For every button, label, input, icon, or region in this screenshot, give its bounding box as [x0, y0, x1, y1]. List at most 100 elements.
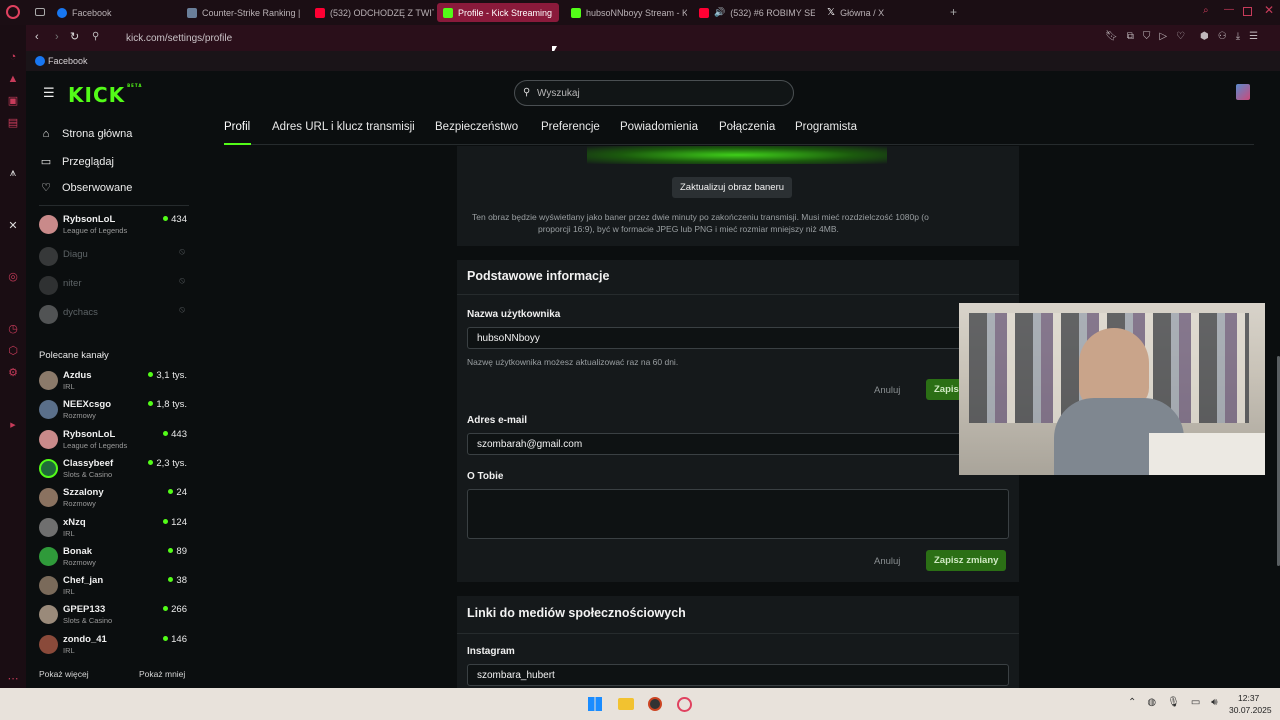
gx-icon[interactable]: ▶	[7, 420, 19, 432]
viewer-count-value: 3,1 tys.	[156, 370, 187, 381]
clock-time[interactable]: 12:37	[1238, 693, 1259, 703]
avatar	[39, 488, 58, 507]
show-less-link[interactable]: Pokaż mniej	[139, 669, 185, 679]
x-sidebar-icon[interactable]: ✕	[7, 220, 19, 232]
windows-start-icon[interactable]	[588, 697, 602, 711]
url-input[interactable]: kick.com/settings/profile	[126, 33, 232, 44]
opera-logo-icon[interactable]	[6, 5, 20, 19]
back-icon[interactable]: ‹	[35, 31, 39, 43]
network-icon[interactable]: ▭	[1191, 697, 1200, 708]
avatar[interactable]	[1236, 84, 1250, 100]
recommended-channel[interactable]: Chef_jan IRL 38	[39, 574, 187, 600]
maximize-icon[interactable]	[1243, 7, 1252, 16]
tab-youtube-2[interactable]: 🔊 (532) #6 ROBIMY SER	[693, 3, 815, 22]
nav-following[interactable]: ♡ Obserwowane	[40, 181, 132, 195]
clock-icon[interactable]: ◷	[7, 323, 19, 335]
profile-icon[interactable]: ⚇	[1218, 31, 1227, 42]
recommended-channel[interactable]: xNzq IRL 124	[39, 516, 187, 542]
tab-connections[interactable]: Połączenia	[719, 121, 775, 133]
aria-icon[interactable]: ▲	[7, 73, 19, 85]
tab-label: Counter-Strike Ranking |	[202, 7, 301, 18]
file-explorer-icon[interactable]	[618, 698, 634, 710]
history-icon[interactable]: ▣	[7, 95, 19, 107]
tab-stream-url-key[interactable]: Adres URL i klucz transmisji	[272, 121, 415, 133]
close-window-icon[interactable]: ✕	[1264, 3, 1274, 17]
followed-channel[interactable]: RybsonLoL League of Legends 434	[39, 213, 187, 239]
tab-label: hubsoNNboyy Stream - K	[586, 7, 687, 18]
vpn-icon[interactable]: ⛉	[1143, 31, 1151, 42]
site-settings-icon[interactable]: ⚲	[92, 31, 99, 42]
about-textarea[interactable]	[467, 489, 1009, 539]
bookmark-facebook[interactable]: Facebook	[48, 56, 88, 66]
recommended-channel[interactable]: Szzalony Rozmowy 24	[39, 486, 187, 512]
steam-icon[interactable]: ◍	[1147, 697, 1156, 708]
new-tab-icon[interactable]: +	[950, 5, 957, 19]
followed-channel[interactable]: dychacs ⦸	[39, 303, 187, 329]
logo-text: KICK	[68, 83, 126, 107]
messenger-icon[interactable]: ◎	[7, 271, 19, 283]
hamburger-menu-icon[interactable]: ☰	[43, 85, 55, 101]
recommended-channel[interactable]: zondo_41 IRL 146	[39, 633, 187, 659]
cancel-button[interactable]: Anuluj	[874, 556, 900, 567]
recommended-channel[interactable]: Bonak Rozmowy 89	[39, 545, 187, 571]
youtube-icon	[699, 7, 709, 18]
download-icon[interactable]: ⤓	[1236, 31, 1240, 42]
opera-gx-taskbar-icon[interactable]	[677, 697, 692, 712]
menu-icon[interactable]: ☰	[1249, 31, 1258, 42]
chevron-up-icon[interactable]: ⌃	[1128, 697, 1136, 708]
tab-facebook[interactable]: Facebook	[51, 3, 176, 22]
email-field[interactable]: szombarah@gmail.com	[467, 433, 1009, 455]
tab-kick-profile[interactable]: Profile - Kick Streaming	[437, 3, 559, 22]
extensions-icon[interactable]: ⬢	[1200, 31, 1209, 42]
tab-csgo-ranking[interactable]: Counter-Strike Ranking |	[181, 3, 306, 22]
viewer-count: 3,1 tys.	[148, 370, 187, 381]
speaker-icon[interactable]: 🔊	[714, 7, 725, 18]
youtube-icon	[315, 7, 325, 18]
app-icon[interactable]	[648, 697, 662, 711]
reload-icon[interactable]: ↻	[70, 30, 79, 43]
tab-profile[interactable]: Profil	[224, 121, 250, 133]
bookmark-icon[interactable]: 🔖︎	[1105, 31, 1118, 42]
tab-kick-stream[interactable]: hubsoNNboyy Stream - K	[565, 3, 687, 22]
save-changes-button[interactable]: Zapisz zmiany	[926, 550, 1007, 571]
recommended-channel[interactable]: RybsonLoL League of Legends 443	[39, 428, 187, 454]
clock-date[interactable]: 30.07.2025	[1229, 705, 1272, 715]
snapshot-icon[interactable]: ⧉	[1127, 31, 1134, 42]
player-control-icon[interactable]: ▷	[1159, 31, 1167, 42]
nav-home[interactable]: ⌂ Strona główna	[40, 128, 133, 140]
update-banner-button[interactable]: Zaktualizuj obraz baneru	[672, 177, 793, 198]
favorite-icon[interactable]: ♡	[1176, 31, 1185, 42]
followed-channel[interactable]: niter ⦸	[39, 274, 187, 300]
volume-icon[interactable]: 🔊︎	[1211, 697, 1217, 708]
more-icon[interactable]: ⋯	[7, 673, 19, 685]
recommended-channel[interactable]: Azdus IRL 3,1 tys.	[39, 369, 187, 395]
followed-channel[interactable]: Diagu ⦸	[39, 245, 187, 271]
microphone-icon[interactable]: 🎙︎	[1167, 697, 1180, 708]
recommended-channel[interactable]: NEEXcsgo Rozmowy 1,8 tys.	[39, 398, 187, 424]
player-icon[interactable]: ▤	[7, 117, 19, 129]
extensions-sidebar-icon[interactable]: ⬡	[7, 345, 19, 357]
cancel-button[interactable]: Anuluj	[874, 385, 900, 396]
workspaces-icon[interactable]	[35, 8, 45, 16]
recommended-channel[interactable]: GPEP133 Slots & Casino 266	[39, 603, 187, 629]
show-more-link[interactable]: Pokaż więcej	[39, 669, 89, 679]
nav-browse[interactable]: ▭ Przeglądaj	[40, 155, 114, 169]
tab-x[interactable]: 𝕏 Główna / X	[821, 3, 943, 22]
minimize-icon[interactable]: —	[1224, 4, 1234, 15]
tab-notifications[interactable]: Powiadomienia	[620, 121, 698, 133]
username-field[interactable]: hubsoNNboyy	[467, 327, 1009, 349]
speed-dial-icon[interactable]: ◔	[7, 51, 19, 63]
username-hint: Nazwę użytkownika możesz aktualizować ra…	[467, 357, 679, 367]
kick-logo[interactable]: KICK BETA	[68, 83, 142, 107]
tab-developer[interactable]: Programista	[795, 121, 857, 133]
tab-security[interactable]: Bezpieczeństwo	[435, 121, 518, 133]
forward-icon[interactable]: ›	[55, 31, 59, 43]
instagram-field[interactable]: szombara_hubert	[467, 664, 1009, 686]
tab-youtube-1[interactable]: (532) ODCHODZĘ Z TWIT	[309, 3, 434, 22]
search-input[interactable]: ⚲ Wyszukaj	[514, 80, 794, 106]
tab-preferences[interactable]: Preferencje	[541, 121, 600, 133]
settings-icon[interactable]: ⚙	[7, 367, 19, 379]
recommended-channel[interactable]: Classybeef Slots & Casino 2,3 tys.	[39, 457, 187, 483]
search-tabs-icon[interactable]: ⌕	[1203, 5, 1209, 16]
kick-sidebar-icon[interactable]: ⩚	[7, 167, 19, 179]
